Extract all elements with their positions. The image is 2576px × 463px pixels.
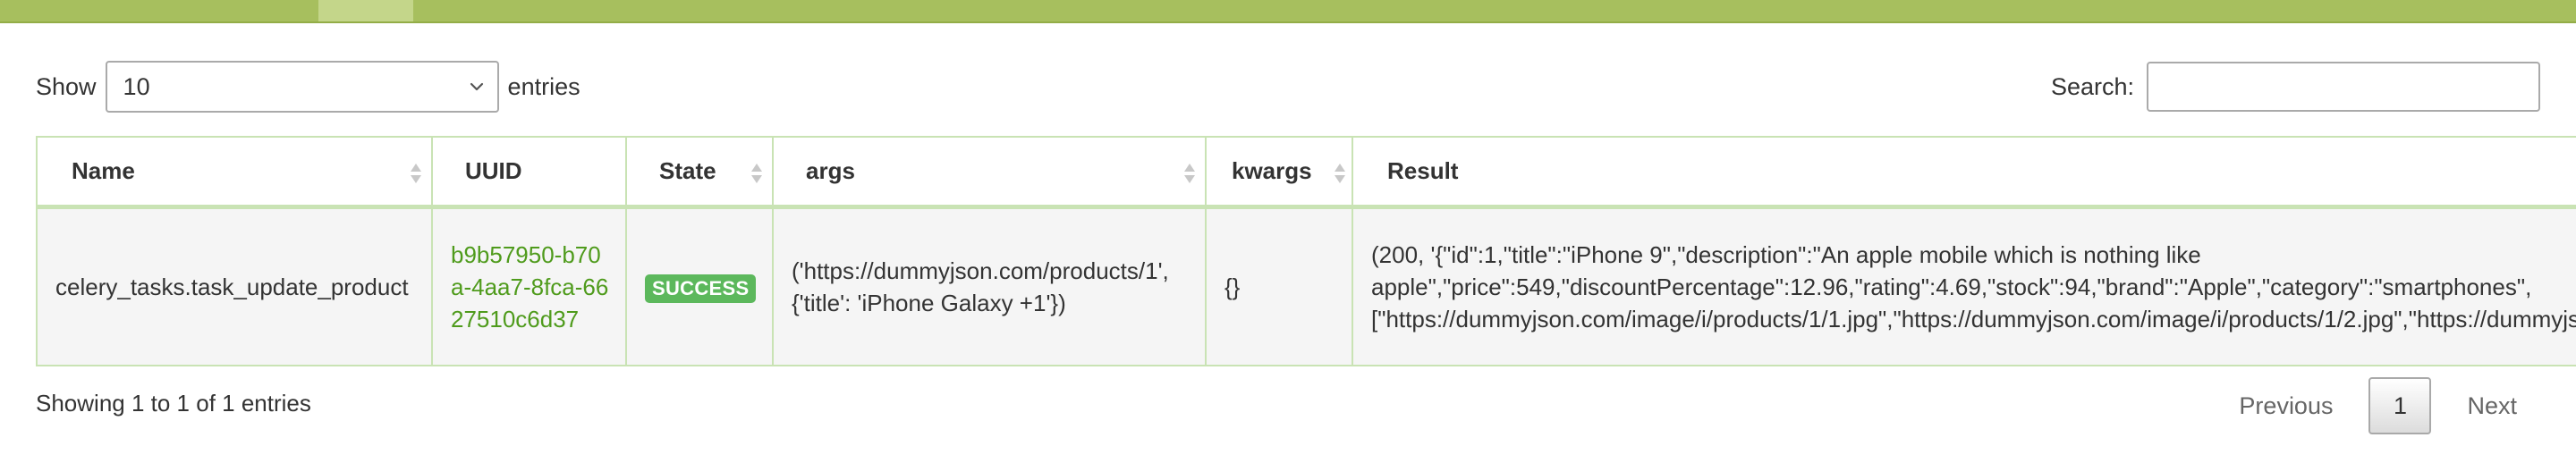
task-result-cell: (200, '{"id":1,"title":"iPhone 9","descr… (1352, 206, 2576, 366)
result-line: ["https://dummyjson.com/image/i/products… (1371, 305, 2576, 333)
tasks-table-container[interactable]: Name UUID State args kwargs Result celer… (36, 136, 2576, 370)
search-label: Search: (2050, 72, 2134, 100)
task-args-cell: ('https://dummyjson.com/products/1', {'t… (772, 206, 1207, 366)
pagination: Previous 1 Next (2216, 377, 2540, 434)
search-input[interactable] (2147, 62, 2540, 112)
column-header-state[interactable]: State (625, 136, 774, 209)
sort-icon (751, 164, 762, 183)
entries-label: entries (507, 72, 580, 100)
page-1-button[interactable]: 1 (2368, 377, 2432, 434)
sort-icon (1184, 164, 1195, 183)
status-badge: SUCCESS (645, 274, 757, 303)
next-page-button[interactable]: Next (2444, 377, 2540, 434)
search-filter: Search: (2051, 61, 2540, 113)
tasks-table: Name UUID State args kwargs Result celer… (36, 136, 2576, 366)
column-header-uuid[interactable]: UUID (431, 136, 627, 209)
entries-select[interactable]: 10 (105, 61, 499, 113)
show-label: Show (36, 72, 97, 100)
task-kwargs-cell: {} (1205, 206, 1353, 366)
previous-page-button[interactable]: Previous (2216, 377, 2356, 434)
sort-icon (411, 164, 421, 183)
navbar-active-tab[interactable] (318, 0, 413, 21)
task-uuid-link[interactable]: b9b57950-b70a-4aa7-8fca-6627510c6d37 (431, 206, 627, 366)
column-header-kwargs[interactable]: kwargs (1205, 136, 1353, 209)
result-line: (200, '{"id":1,"title":"iPhone 9","descr… (1371, 240, 2201, 268)
args-line: {'title': 'iPhone Galaxy +1'}) (792, 289, 1066, 316)
column-header-name[interactable]: Name (36, 136, 433, 209)
task-state-cell: SUCCESS (625, 206, 774, 366)
args-line: ('https://dummyjson.com/products/1', (792, 257, 1169, 284)
column-header-result[interactable]: Result (1352, 136, 2576, 209)
length-menu: Show 10 entries (36, 61, 580, 113)
entries-select-value: 10 (123, 72, 150, 100)
table-row[interactable]: celery_tasks.task_update_product b9b5795… (36, 206, 2576, 366)
column-header-args[interactable]: args (772, 136, 1207, 209)
table-info: Showing 1 to 1 of 1 entries (36, 390, 311, 417)
table-header-row: Name UUID State args kwargs Result (36, 136, 2576, 209)
sort-icon (1335, 164, 1345, 183)
result-line: apple","price":549,"discountPercentage":… (1371, 273, 2532, 300)
top-navbar (0, 0, 2576, 23)
chevron-down-icon (470, 82, 483, 91)
task-name-cell: celery_tasks.task_update_product (36, 206, 433, 366)
